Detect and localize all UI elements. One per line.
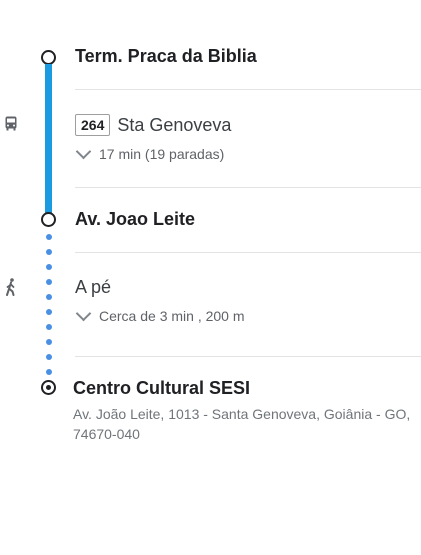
walk-label: A pé [75,277,112,297]
destination-address: Av. João Leite, 1013 - Santa Genoveva, G… [73,406,411,442]
walk-dot [46,294,52,300]
transfer-stop-marker [41,212,56,227]
transfer-stop-name[interactable]: Av. Joao Leite [75,209,195,230]
walk-icon [6,278,15,296]
walk-dot [46,354,52,360]
walk-dot [46,309,52,315]
transit-duration: 17 min (19 paradas) [99,146,225,162]
origin-stop-name[interactable]: Term. Praca da Biblia [75,46,257,67]
walk-detail: Cerca de 3 min , 200 m [99,308,245,324]
divider [75,187,421,188]
divider [75,356,421,357]
bus-icon [5,116,17,131]
walk-dot [46,234,52,240]
walk-dot [46,324,52,330]
walk-details-toggle[interactable]: Cerca de 3 min , 200 m [75,305,245,324]
route-headsign: Sta Genoveva [117,114,232,135]
walk-dot [46,264,52,270]
transit-route-line [45,64,52,214]
divider [75,252,421,253]
walk-dot [46,339,52,345]
transit-stops-toggle[interactable]: 17 min (19 paradas) [75,143,225,162]
destination-center-dot [46,385,51,390]
divider [75,89,421,90]
origin-stop-marker [41,50,56,65]
route-number-badge[interactable]: 264 [75,114,111,136]
walk-dot [46,249,52,255]
chevron-down-icon [75,143,92,159]
walk-dot [46,279,52,285]
walk-dot [46,369,52,375]
destination-pin-icon [41,380,56,395]
chevron-down-icon [75,305,92,321]
destination-name[interactable]: Centro Cultural SESI [73,378,250,399]
transit-segment: 264 Sta Genoveva [75,114,231,136]
